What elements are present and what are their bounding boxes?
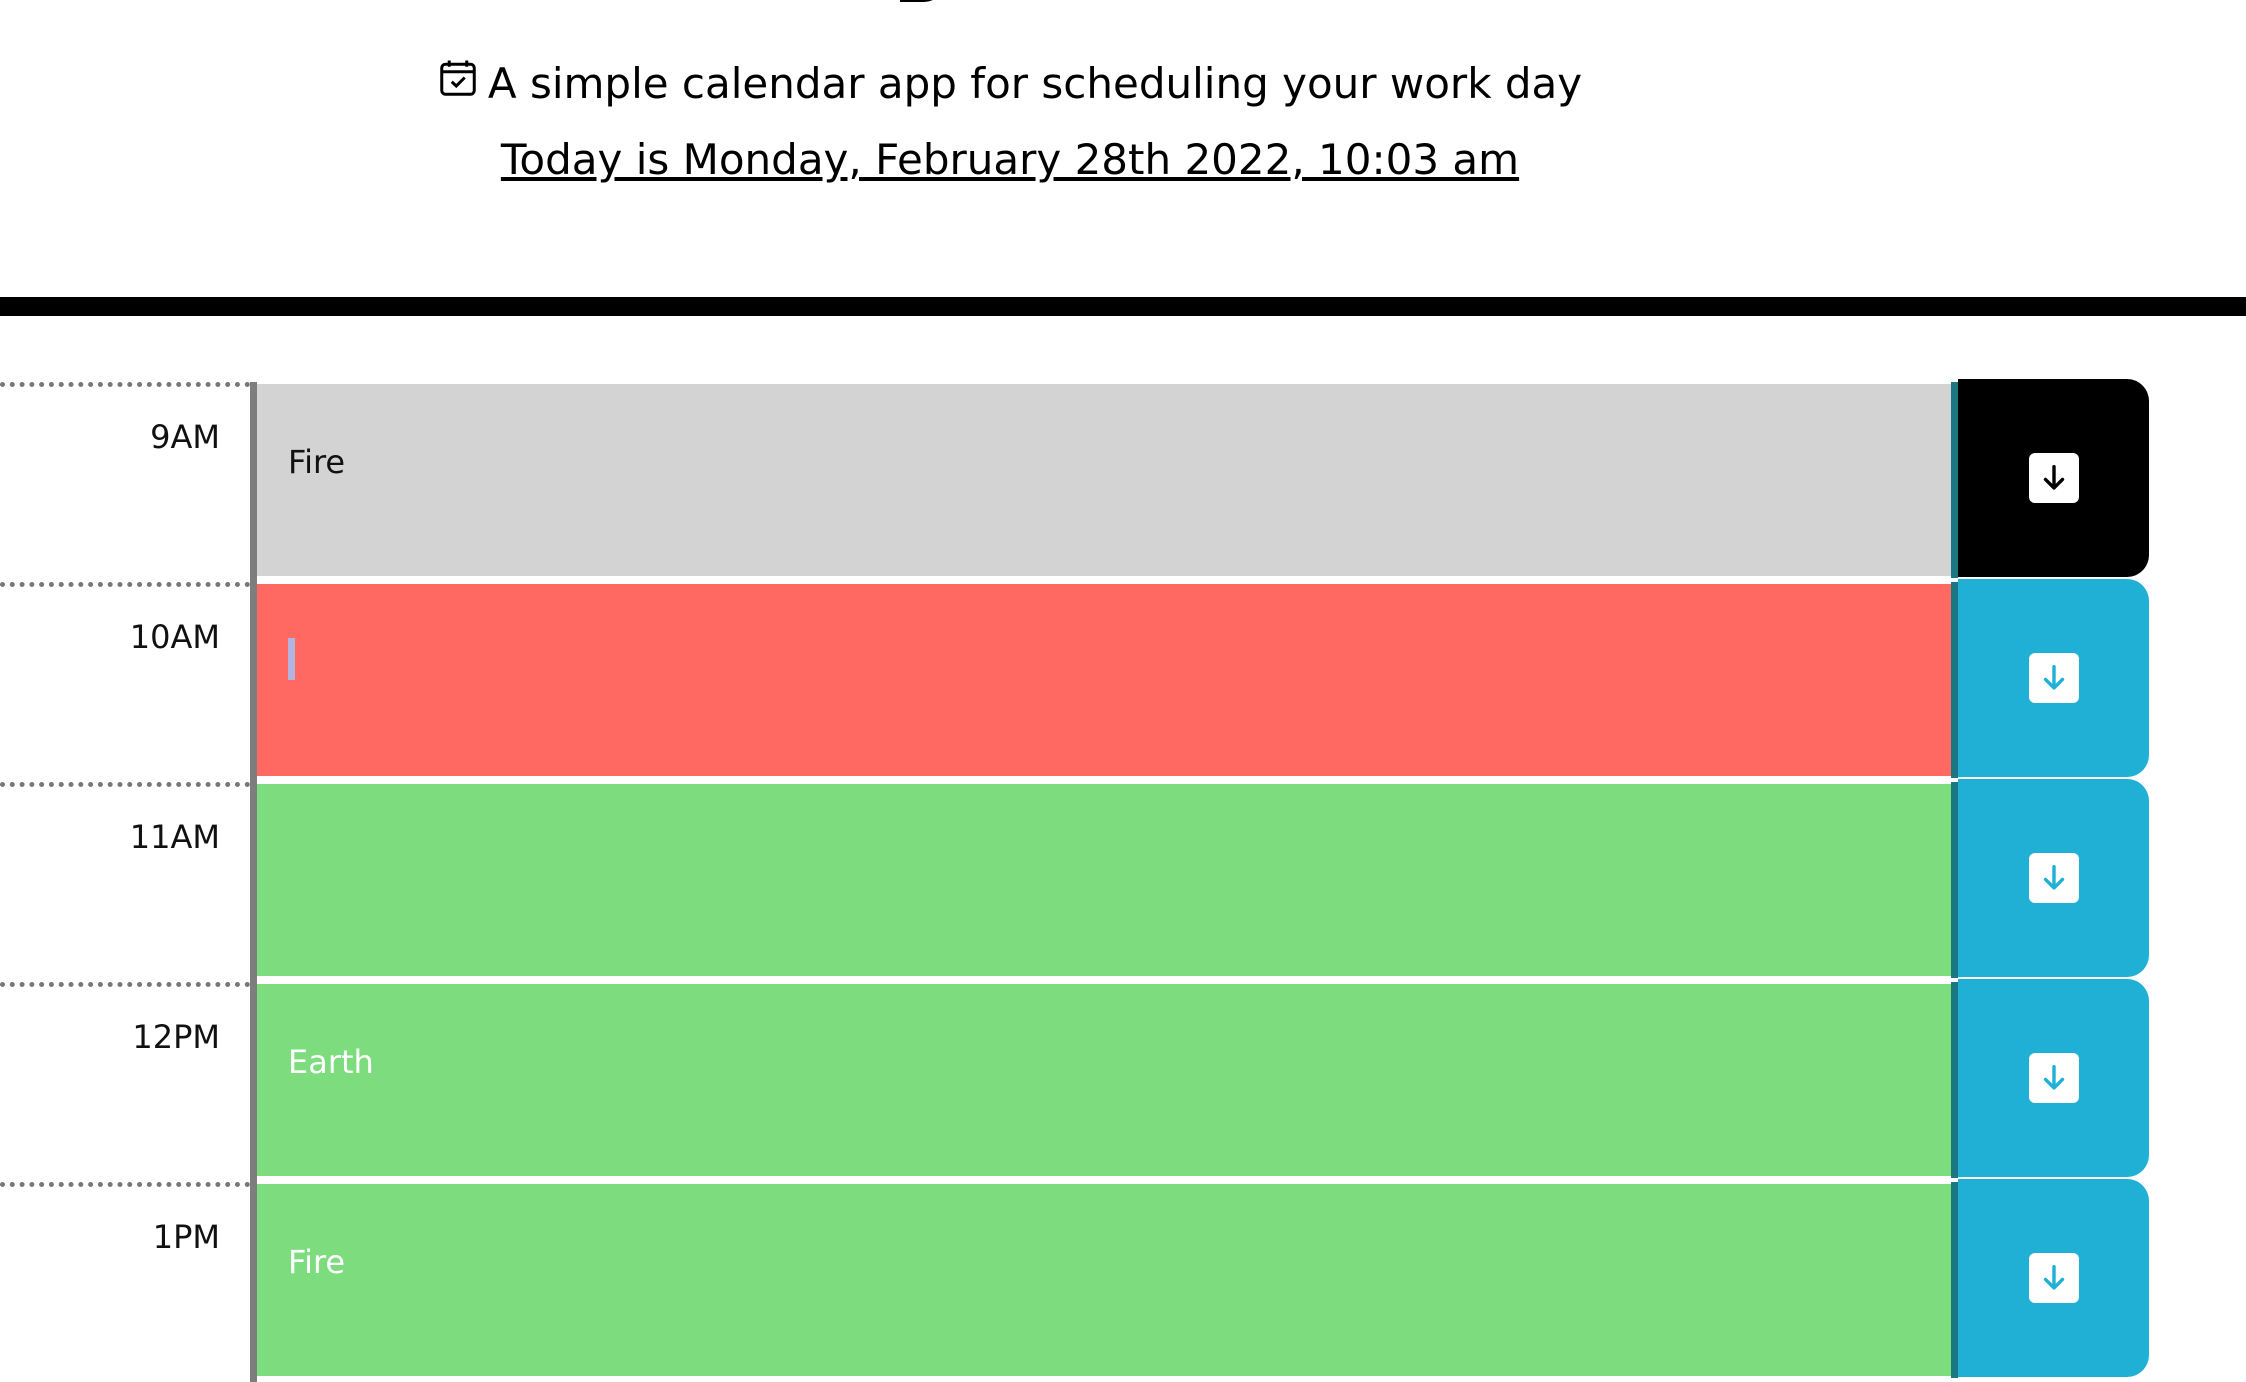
save-button-edge <box>1951 982 1958 1178</box>
save-arrow-down-icon <box>2028 653 2079 703</box>
time-block-10am: 10AM <box>0 579 2246 782</box>
hour-divider <box>250 782 257 982</box>
save-button[interactable] <box>1958 779 2149 977</box>
save-button-edge <box>1951 1182 1958 1378</box>
hour-label: 1PM <box>152 1218 220 1256</box>
save-button[interactable] <box>1958 979 2149 1177</box>
save-button[interactable] <box>1958 1179 2149 1377</box>
page-title-fragment <box>900 0 944 2</box>
hour-divider <box>250 582 257 782</box>
hour-label: 10AM <box>129 618 220 656</box>
hour-divider <box>250 382 257 582</box>
hour-cell: 11AM <box>0 782 250 978</box>
hour-divider <box>250 982 257 1182</box>
save-button-edge <box>1951 382 1958 578</box>
time-block-1pm: 1PM Fire <box>0 1179 2246 1382</box>
header-divider <box>0 297 2246 316</box>
event-textarea[interactable]: Earth <box>257 982 1953 1176</box>
hour-label: 9AM <box>150 418 220 456</box>
event-textarea[interactable]: Fire <box>257 1182 1953 1376</box>
save-arrow-down-icon <box>2028 1053 2079 1103</box>
hour-cell: 9AM <box>0 382 250 578</box>
current-day: Today is Monday, February 28th 2022, 10:… <box>500 135 1520 184</box>
save-button-edge <box>1951 782 1958 978</box>
time-block-9am: 9AM Fire <box>0 379 2246 582</box>
time-block-12pm: 12PM Earth <box>0 979 2246 1182</box>
save-arrow-down-icon <box>2028 1253 2079 1303</box>
hour-label: 11AM <box>129 818 220 856</box>
lead-text: A simple calendar app for scheduling you… <box>0 54 2020 117</box>
save-button[interactable] <box>1958 379 2149 577</box>
hour-cell: 10AM <box>0 582 250 778</box>
lead-label: A simple calendar app for scheduling you… <box>487 59 1583 108</box>
hour-cell: 12PM <box>0 982 250 1178</box>
save-arrow-down-icon <box>2028 453 2079 503</box>
event-textarea[interactable] <box>257 582 1953 776</box>
save-button-edge <box>1951 582 1958 778</box>
hour-label: 12PM <box>132 1018 220 1056</box>
event-textarea[interactable]: Fire <box>257 382 1953 576</box>
event-textarea[interactable] <box>257 782 1953 976</box>
calendar-check-icon <box>438 54 478 114</box>
time-block-11am: 11AM <box>0 779 2246 982</box>
hour-divider <box>250 1182 257 1382</box>
text-cursor <box>288 638 295 680</box>
save-arrow-down-icon <box>2028 853 2079 903</box>
save-button[interactable] <box>1958 579 2149 777</box>
hour-cell: 1PM <box>0 1182 250 1378</box>
